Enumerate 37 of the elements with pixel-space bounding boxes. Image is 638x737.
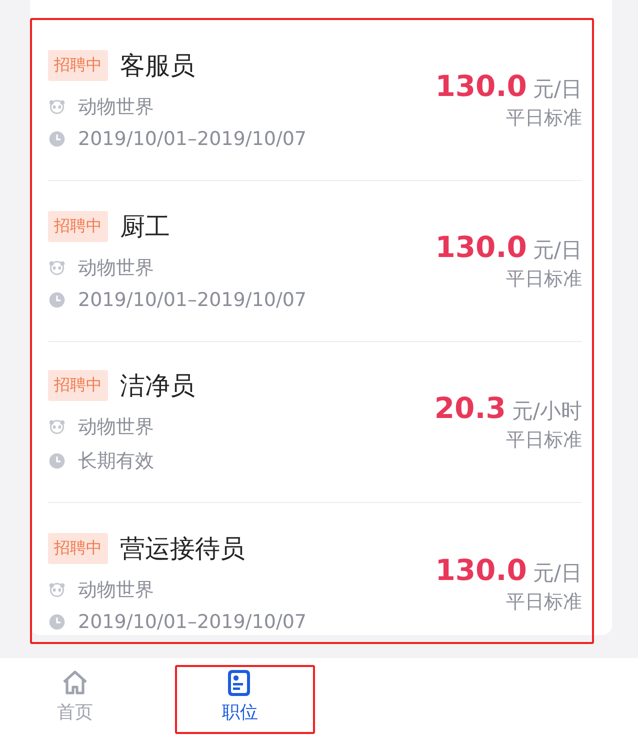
wage-amount: 20.3 xyxy=(434,391,506,425)
wage-unit: 元/小时 xyxy=(512,398,582,425)
company-name: 动物世界 xyxy=(78,256,154,280)
panda-icon xyxy=(48,98,66,116)
company-name: 动物世界 xyxy=(78,414,154,440)
clock-icon xyxy=(48,290,66,308)
wage-note: 平日标准 xyxy=(506,590,582,614)
wage-note: 平日标准 xyxy=(506,267,582,292)
status-badge: 招聘中 xyxy=(48,370,108,400)
work-period: 2019/10/01–2019/10/07 xyxy=(78,611,307,633)
clock-icon xyxy=(48,613,66,631)
wage-unit: 元/日 xyxy=(532,76,582,103)
clock-icon xyxy=(48,130,66,148)
work-period: 长期有效 xyxy=(78,448,154,474)
job-title: 客服员 xyxy=(120,50,195,82)
status-badge: 招聘中 xyxy=(48,533,108,564)
panda-icon xyxy=(48,258,66,276)
job-title: 洁净员 xyxy=(120,370,195,402)
tab[interactable]: 职位 xyxy=(160,658,320,737)
job-title: 厨工 xyxy=(120,210,170,242)
company-name: 动物世界 xyxy=(78,578,154,603)
clock-icon xyxy=(48,452,66,470)
work-period: 2019/10/01–2019/10/07 xyxy=(78,288,307,310)
company-name: 动物世界 xyxy=(78,94,154,120)
status-badge: 招聘中 xyxy=(48,210,108,242)
work-period: 2019/10/01–2019/10/07 xyxy=(78,128,307,150)
panda-icon xyxy=(48,581,66,599)
wage-amount: 130.0 xyxy=(435,230,527,264)
wage-unit: 元/日 xyxy=(532,560,582,586)
status-badge: 招聘中 xyxy=(48,50,108,80)
job-title: 营运接待员 xyxy=(120,533,245,565)
panda-icon xyxy=(48,418,66,436)
wage-amount: 130.0 xyxy=(435,69,527,103)
wage-unit: 元/日 xyxy=(532,237,582,264)
wage-note: 平日标准 xyxy=(506,428,582,453)
wage-note: 平日标准 xyxy=(506,106,582,131)
wage-amount: 130.0 xyxy=(435,552,527,586)
